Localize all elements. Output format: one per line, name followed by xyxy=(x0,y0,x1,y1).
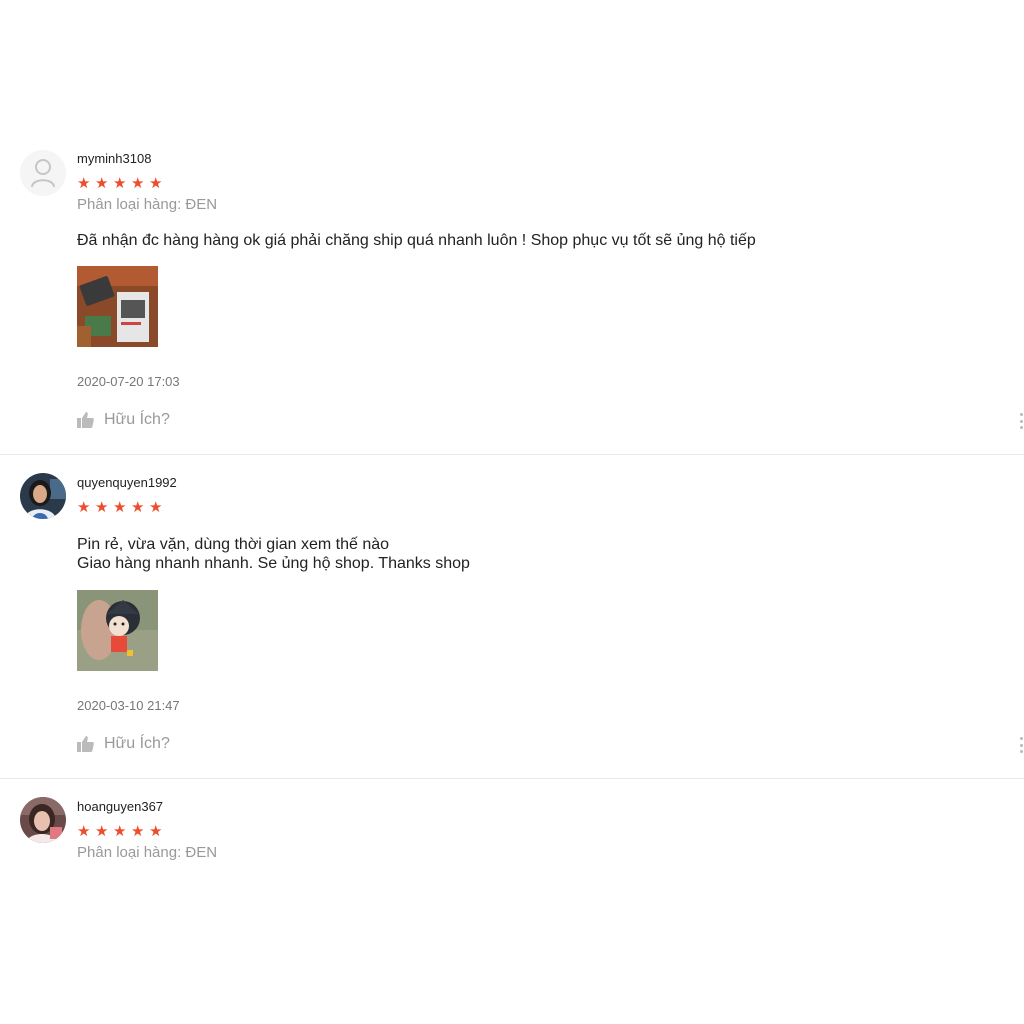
star-icon: ★ xyxy=(131,823,145,840)
user-photo xyxy=(20,797,66,843)
star-icon: ★ xyxy=(95,823,109,840)
star-rating: ★ ★ ★ ★ ★ xyxy=(77,824,164,839)
avatar[interactable] xyxy=(20,797,66,843)
username[interactable]: hoanguyen367 xyxy=(77,799,163,814)
review-item: hoanguyen367 ★ ★ ★ ★ ★ Phân loại hàng: Đ… xyxy=(0,0,1024,1024)
variation-label: Phân loại hàng: ĐEN xyxy=(77,844,218,861)
star-icon: ★ xyxy=(149,823,163,840)
star-icon: ★ xyxy=(77,823,91,840)
star-icon: ★ xyxy=(113,823,127,840)
